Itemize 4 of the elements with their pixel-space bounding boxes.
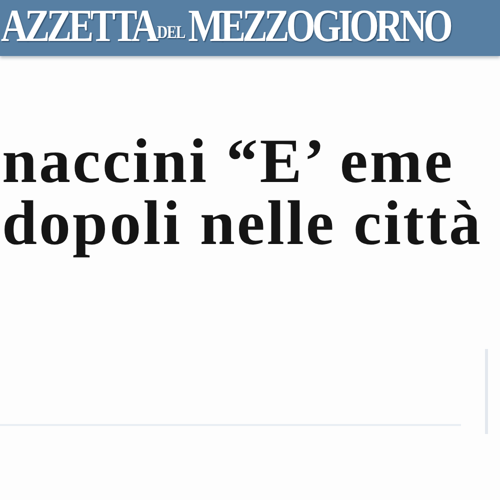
logo-text[interactable]: AZZETTA bbox=[0, 2, 156, 50]
headline-line: naccini “E’ eme bbox=[2, 130, 456, 192]
logo-text[interactable]: MEZZOGIORNO bbox=[188, 2, 450, 50]
logo-text[interactable]: DEL bbox=[156, 2, 185, 56]
